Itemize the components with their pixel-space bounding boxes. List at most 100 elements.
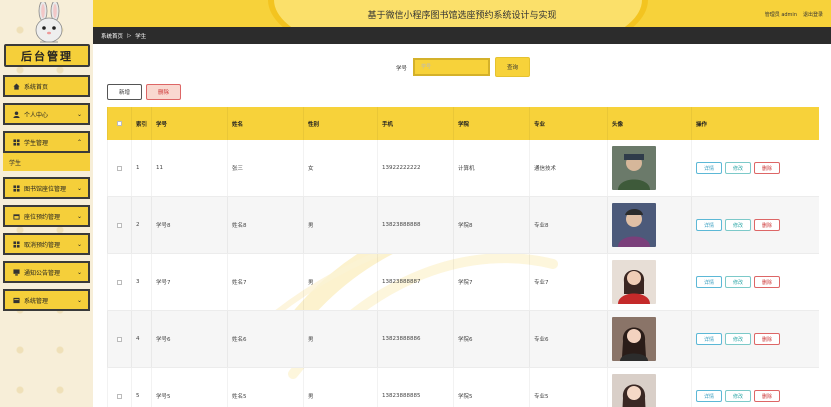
detail-button[interactable]: 详情 (696, 333, 722, 345)
cell-actions: 详情 修改 删除 (691, 254, 819, 310)
search-button[interactable]: 查询 (495, 57, 530, 77)
calendar-icon (13, 213, 20, 220)
sidebar-item-label: 系统管理 (24, 297, 49, 305)
avatar (612, 260, 656, 304)
cell-phone: 13823888888 (377, 197, 453, 253)
cell-major: 专业5 (529, 368, 607, 407)
logo-area (0, 0, 93, 48)
cell-index: 3 (131, 254, 151, 310)
cell-index: 4 (131, 311, 151, 367)
chevron-down-icon: ⌄ (76, 185, 82, 192)
edit-button[interactable]: 修改 (725, 390, 751, 402)
breadcrumb: 系统首页 ▷ 学生 (93, 27, 831, 44)
sidebar-subitem-student[interactable]: 学生 (3, 153, 90, 171)
column-header-avatar: 头像 (607, 107, 691, 140)
cell-gender: 女 (303, 140, 377, 196)
cell-name: 姓名6 (227, 311, 303, 367)
rabbit-logo-icon (35, 2, 63, 43)
cell-student-id: 学号8 (151, 197, 227, 253)
avatar (612, 374, 656, 407)
gear-icon (13, 297, 20, 303)
cell-avatar (607, 140, 691, 196)
cell-student-id: 学号5 (151, 368, 227, 407)
bulk-delete-button[interactable]: 删除 (146, 84, 181, 100)
sidebar-item-label: 通知公告管理 (24, 269, 61, 277)
row-checkbox[interactable] (107, 254, 131, 310)
column-header-college: 学院 (453, 107, 529, 140)
breadcrumb-home[interactable]: 系统首页 (101, 32, 123, 40)
grid-icon (13, 184, 20, 192)
table-row: 2 学号8 姓名8 男 13823888888 学院8 专业8 详情 修改 删除 (107, 197, 819, 254)
sidebar-item-home[interactable]: 系统首页 (3, 75, 90, 97)
person-icon (13, 110, 20, 118)
cell-gender: 男 (303, 197, 377, 253)
sidebar-item-students[interactable]: 学生管理 ⌃ (3, 131, 90, 153)
cell-student-id: 学号7 (151, 254, 227, 310)
table-row: 5 学号5 姓名5 男 13823888885 学院5 专业5 详情 修改 删除 (107, 368, 819, 407)
table-row: 3 学号7 姓名7 男 13823888887 学院7 专业7 详情 修改 删除 (107, 254, 819, 311)
sidebar-item-cancellations[interactable]: 取消预约管理 ⌄ (3, 233, 90, 255)
search-label: 学号 (396, 66, 408, 72)
delete-button[interactable]: 删除 (754, 162, 780, 174)
edit-button[interactable]: 修改 (725, 276, 751, 288)
detail-button[interactable]: 详情 (696, 276, 722, 288)
cell-avatar (607, 368, 691, 407)
table-row: 1 11 张三 女 13922222222 计算机 通信技术 详情 修改 删除 (107, 140, 819, 197)
row-checkbox[interactable] (107, 197, 131, 253)
row-checkbox[interactable] (107, 368, 131, 407)
cell-name: 姓名5 (227, 368, 303, 407)
search-input[interactable]: 学号 (413, 58, 490, 76)
current-user: 管理员 admin (764, 12, 797, 18)
sidebar-item-profile[interactable]: 个人中心 ⌄ (3, 103, 90, 125)
delete-button[interactable]: 删除 (754, 219, 780, 231)
edit-button[interactable]: 修改 (725, 333, 751, 345)
logout-link[interactable]: 退出登录 (803, 11, 823, 18)
cell-phone: 13823888887 (377, 254, 453, 310)
cell-college: 学院6 (453, 311, 529, 367)
avatar (612, 146, 656, 190)
sidebar-item-system[interactable]: 系统管理 ⌄ (3, 289, 90, 311)
delete-button[interactable]: 删除 (754, 390, 780, 402)
cell-name: 姓名7 (227, 254, 303, 310)
cell-major: 专业7 (529, 254, 607, 310)
row-checkbox[interactable] (107, 140, 131, 196)
column-header-index: 索引 (131, 107, 151, 140)
delete-button[interactable]: 删除 (754, 276, 780, 288)
cell-college: 学院7 (453, 254, 529, 310)
detail-button[interactable]: 详情 (696, 390, 722, 402)
detail-button[interactable]: 详情 (696, 219, 722, 231)
cell-avatar (607, 311, 691, 367)
sidebar-item-notices[interactable]: 通知公告管理 ⌄ (3, 261, 90, 283)
cell-actions: 详情 修改 删除 (691, 311, 819, 367)
cell-college: 计算机 (453, 140, 529, 196)
sidebar-item-seats[interactable]: 图书馆座位管理 ⌄ (3, 177, 90, 199)
grid-icon (13, 240, 20, 248)
sidebar-item-reservations[interactable]: 座位预约管理 ⌄ (3, 205, 90, 227)
cell-index: 5 (131, 368, 151, 407)
home-icon (13, 82, 20, 90)
edit-button[interactable]: 修改 (725, 219, 751, 231)
cell-major: 专业8 (529, 197, 607, 253)
column-header-major: 专业 (529, 107, 607, 140)
cell-student-id: 学号6 (151, 311, 227, 367)
cell-actions: 详情 修改 删除 (691, 140, 819, 196)
chevron-down-icon: ⌄ (76, 269, 82, 276)
add-button[interactable]: 新增 (107, 84, 142, 100)
chevron-up-icon: ⌃ (76, 139, 82, 146)
cell-student-id: 11 (151, 140, 227, 196)
table-row: 4 学号6 姓名6 男 13823888886 学院6 专业6 详情 修改 删除 (107, 311, 819, 368)
edit-button[interactable]: 修改 (725, 162, 751, 174)
row-checkbox[interactable] (107, 311, 131, 367)
detail-button[interactable]: 详情 (696, 162, 722, 174)
cell-actions: 详情 修改 删除 (691, 197, 819, 253)
sidebar-menu: 系统首页 个人中心 ⌄ 学生管理 ⌃ 学生 图书馆座位管理 ⌄ 座位预约管理 ⌄… (3, 75, 90, 317)
monitor-icon (13, 268, 20, 276)
select-all-checkbox[interactable] (107, 107, 131, 140)
delete-button[interactable]: 删除 (754, 333, 780, 345)
cell-phone: 13922222222 (377, 140, 453, 196)
chevron-down-icon: ⌄ (76, 213, 82, 220)
top-header: 基于微信小程序图书馆选座预约系统设计与实现 管理员 admin 退出登录 (93, 0, 831, 27)
breadcrumb-current: 学生 (135, 33, 147, 40)
column-header-gender: 性别 (303, 107, 377, 140)
chevron-down-icon: ⌄ (76, 297, 82, 304)
